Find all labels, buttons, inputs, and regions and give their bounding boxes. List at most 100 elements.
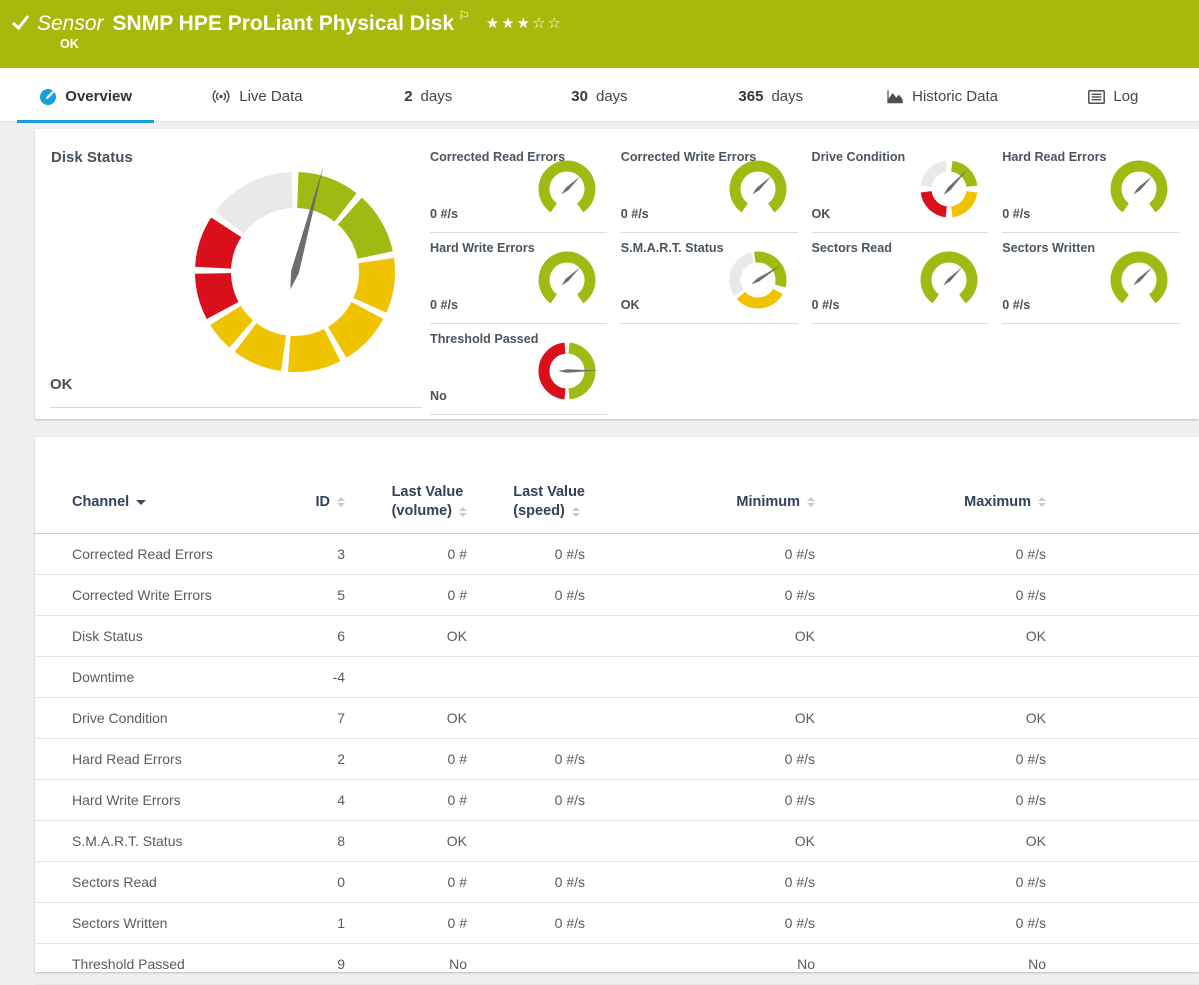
tab-log[interactable]: Log xyxy=(1028,68,1199,121)
channel-gauge-value: OK xyxy=(812,207,831,221)
gauge-icon xyxy=(39,88,57,106)
disk-status-panel: Disk Status OK xyxy=(35,129,430,419)
disk-status-title: Disk Status xyxy=(51,149,133,166)
table-row[interactable]: Downtime -4 xyxy=(35,657,1199,698)
cell-minimum: 0 #/s xyxy=(625,862,855,903)
channel-gauge xyxy=(537,341,597,401)
tab-2-days[interactable]: 2 days xyxy=(343,68,514,121)
cell-last-value-speed xyxy=(507,616,625,657)
column-header-minimum[interactable]: Minimum xyxy=(625,471,855,534)
cell-minimum xyxy=(625,657,855,698)
column-header-channel[interactable]: Channel xyxy=(35,471,310,534)
tab-historic-data[interactable]: Historic Data xyxy=(856,68,1027,121)
cell-minimum: 0 #/s xyxy=(625,903,855,944)
cell-id: 5 xyxy=(310,575,385,616)
table-row[interactable]: S.M.A.R.T. Status 8 OK OK OK xyxy=(35,821,1199,862)
channel-gauge-value: No xyxy=(430,389,447,403)
cell-channel: Sectors Read xyxy=(35,862,310,903)
gauge-tile-drive-condition[interactable]: Drive Condition OK xyxy=(812,145,1003,236)
table-row[interactable]: Threshold Passed 9 No No No xyxy=(35,944,1199,985)
channel-gauge xyxy=(919,250,979,310)
tab-label: Overview xyxy=(65,88,132,105)
cell-last-value-speed: 0 #/s xyxy=(507,903,625,944)
cell-last-value-speed xyxy=(507,657,625,698)
status-check-icon xyxy=(11,13,30,32)
area-chart-icon xyxy=(886,89,904,104)
tab-label: Log xyxy=(1113,88,1138,105)
flag-icon[interactable]: ⚐ xyxy=(458,8,470,23)
sort-icon xyxy=(459,507,467,517)
table-row[interactable]: Corrected Write Errors 5 0 # 0 #/s 0 #/s… xyxy=(35,575,1199,616)
sort-icon xyxy=(337,497,345,507)
cell-channel: Threshold Passed xyxy=(35,944,310,985)
tab-number: 365 xyxy=(738,88,763,105)
broadcast-icon xyxy=(211,89,231,104)
tab-overview[interactable]: Overview xyxy=(0,68,171,121)
cell-last-value-speed xyxy=(507,821,625,862)
gauge-tile-hard-read-errors[interactable]: Hard Read Errors 0 #/s xyxy=(1002,145,1193,236)
tab-live-data[interactable]: Live Data xyxy=(171,68,342,121)
column-header-last-value-speed[interactable]: Last Value(speed) xyxy=(507,471,625,534)
channel-gauge xyxy=(728,250,788,310)
table-row[interactable]: Corrected Read Errors 3 0 # 0 #/s 0 #/s … xyxy=(35,534,1199,575)
sensor-status: OK xyxy=(60,37,79,51)
channel-gauge-title: Sectors Written xyxy=(1002,241,1095,255)
cell-filler xyxy=(1086,698,1199,739)
cell-last-value-volume: 0 # xyxy=(385,903,507,944)
channel-table: Channel ID Last Value(volume) Last Value… xyxy=(35,471,1199,985)
gauge-tiles: Corrected Read Errors 0 #/s Corrected Wr… xyxy=(430,145,1193,418)
cell-maximum: No xyxy=(855,944,1086,985)
page-title: SNMP HPE ProLiant Physical Disk xyxy=(113,12,455,35)
gauge-tile-hard-write-errors[interactable]: Hard Write Errors 0 #/s xyxy=(430,236,621,327)
gauge-tile-corrected-write-errors[interactable]: Corrected Write Errors 0 #/s xyxy=(621,145,812,236)
gauge-tile-sectors-read[interactable]: Sectors Read 0 #/s xyxy=(812,236,1003,327)
column-header-id[interactable]: ID xyxy=(310,471,385,534)
cell-minimum: OK xyxy=(625,821,855,862)
gauge-tile-sectors-written[interactable]: Sectors Written 0 #/s xyxy=(1002,236,1193,327)
sensor-kind-label: Sensor xyxy=(37,12,104,35)
channel-gauge-value: 0 #/s xyxy=(1002,207,1030,221)
cell-id: 7 xyxy=(310,698,385,739)
gauges-panel: Disk Status OK Corrected Read Errors 0 #… xyxy=(35,129,1199,419)
cell-channel: Hard Read Errors xyxy=(35,739,310,780)
channel-gauge-value: 0 #/s xyxy=(812,298,840,312)
cell-minimum: 0 #/s xyxy=(625,739,855,780)
tab-label: days xyxy=(421,88,453,105)
rating-stars[interactable]: ★★★☆☆ xyxy=(486,15,563,32)
cell-maximum: OK xyxy=(855,616,1086,657)
cell-maximum: 0 #/s xyxy=(855,739,1086,780)
table-row[interactable]: Hard Read Errors 2 0 # 0 #/s 0 #/s 0 #/s xyxy=(35,739,1199,780)
channel-gauge-value: 0 #/s xyxy=(621,207,649,221)
tab-365-days[interactable]: 365 days xyxy=(685,68,856,121)
tab-30-days[interactable]: 30 days xyxy=(514,68,685,121)
tab-number: 30 xyxy=(571,88,588,105)
column-header-maximum[interactable]: Maximum xyxy=(855,471,1086,534)
gauge-tile-corrected-read-errors[interactable]: Corrected Read Errors 0 #/s xyxy=(430,145,621,236)
cell-filler xyxy=(1086,862,1199,903)
gauge-tile-threshold-passed[interactable]: Threshold Passed No xyxy=(430,327,621,418)
channel-gauge xyxy=(1109,159,1169,219)
channel-gauge-title: Drive Condition xyxy=(812,150,906,164)
cell-maximum: 0 #/s xyxy=(855,903,1086,944)
cell-id: 1 xyxy=(310,903,385,944)
channel-gauge xyxy=(728,159,788,219)
channel-gauge-value: 0 #/s xyxy=(430,298,458,312)
table-row[interactable]: Hard Write Errors 4 0 # 0 #/s 0 #/s 0 #/… xyxy=(35,780,1199,821)
cell-id: 9 xyxy=(310,944,385,985)
sort-icon xyxy=(1038,497,1046,507)
cell-last-value-speed xyxy=(507,944,625,985)
column-header-last-value-volume[interactable]: Last Value(volume) xyxy=(385,471,507,534)
sensor-title-line: Sensor SNMP HPE ProLiant Physical Disk⚐ ★★… xyxy=(37,8,563,36)
cell-last-value-volume: OK xyxy=(385,698,507,739)
table-row[interactable]: Disk Status 6 OK OK OK xyxy=(35,616,1199,657)
cell-channel: Hard Write Errors xyxy=(35,780,310,821)
table-row[interactable]: Sectors Read 0 0 # 0 #/s 0 #/s 0 #/s xyxy=(35,862,1199,903)
cell-filler xyxy=(1086,575,1199,616)
gauge-tile-s-m-a-r-t-status[interactable]: S.M.A.R.T. Status OK xyxy=(621,236,812,327)
cell-minimum: 0 #/s xyxy=(625,780,855,821)
cell-id: 0 xyxy=(310,862,385,903)
table-row[interactable]: Drive Condition 7 OK OK OK xyxy=(35,698,1199,739)
channel-gauge-title: Threshold Passed xyxy=(430,332,538,346)
table-row[interactable]: Sectors Written 1 0 # 0 #/s 0 #/s 0 #/s xyxy=(35,903,1199,944)
log-icon xyxy=(1088,90,1105,104)
